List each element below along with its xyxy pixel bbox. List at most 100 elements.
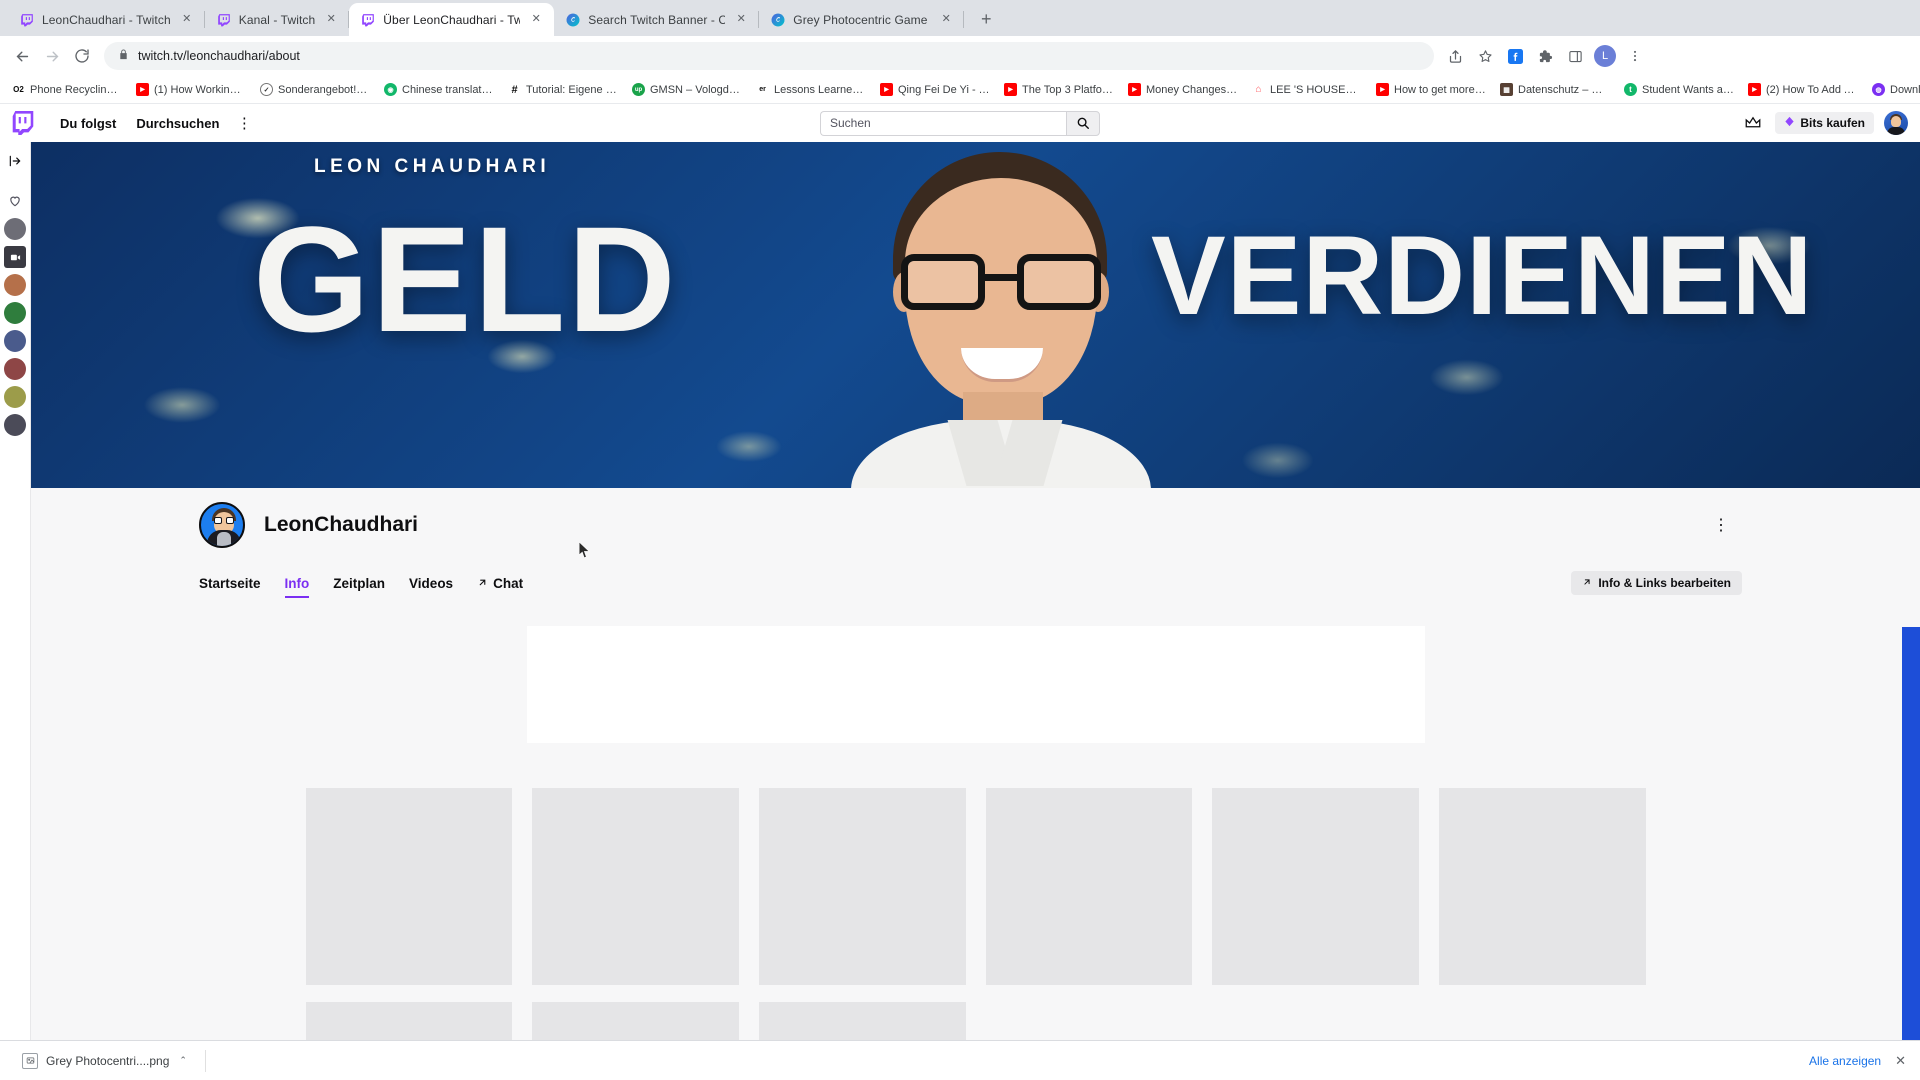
new-tab-button[interactable]: +	[972, 5, 1000, 33]
download-item[interactable]: Grey Photocentri....png ⌃	[14, 1049, 195, 1073]
sidebar-item-channel-avatar[interactable]	[4, 330, 26, 352]
expand-sidebar-icon[interactable]	[4, 150, 26, 172]
buy-bits-button[interactable]: Bits kaufen	[1775, 112, 1874, 134]
sidebar-item-channel-avatar[interactable]	[4, 386, 26, 408]
bookmark-item[interactable]: ◍ Download - Cooki...	[1866, 80, 1920, 99]
bookmark-item[interactable]: ▶ (2) How To Add A...	[1742, 80, 1864, 99]
nav-browse[interactable]: Durchsuchen	[126, 116, 229, 131]
image-file-icon	[22, 1052, 38, 1069]
tab-label: Chat	[493, 575, 524, 591]
channel-banner: LEON CHAUDHARI GELD VERDIENEN	[31, 142, 1920, 488]
bookmark-item[interactable]: O2 Phone Recycling,...	[6, 80, 128, 99]
bookmark-label: (2) How To Add A...	[1766, 83, 1858, 96]
bookmarks-bar: O2 Phone Recycling,... ▶ (1) How Working a…	[0, 76, 1920, 104]
tab-chat[interactable]: Chat	[477, 568, 523, 598]
bookmark-item[interactable]: ▶ The Top 3 Platfor...	[998, 80, 1120, 99]
shelf-divider	[204, 1049, 206, 1072]
back-icon[interactable]	[8, 42, 36, 70]
close-shelf-icon[interactable]: ✕	[1895, 1053, 1906, 1069]
edit-info-links-button[interactable]: Info & Links bearbeiten	[1571, 571, 1742, 595]
search-input[interactable]	[820, 110, 1066, 136]
bookmark-label: (1) How Working a...	[154, 83, 246, 96]
tab-close-icon[interactable]: ✕	[179, 12, 195, 28]
user-avatar[interactable]	[1884, 111, 1908, 135]
chevron-up-icon[interactable]: ⌃	[179, 1055, 187, 1066]
bookmark-item[interactable]: er Lessons Learned f...	[750, 80, 872, 99]
search-icon[interactable]	[1066, 110, 1100, 136]
bookmark-item[interactable]: ▶ How to get more v...	[1370, 80, 1492, 99]
bookmark-item[interactable]: ⌂ LEE 'S HOUSE—...	[1246, 80, 1368, 99]
download-file-name: Grey Photocentri....png	[46, 1053, 170, 1068]
sidebar-item-heart-icon[interactable]	[4, 190, 26, 212]
bookmark-item[interactable]: ▶ Money Changes E...	[1122, 80, 1244, 99]
profile-initial: L	[1594, 45, 1616, 67]
sidebar-item-channel-avatar[interactable]	[4, 274, 26, 296]
skeleton-card	[985, 788, 1193, 985]
skeleton-hero-panel	[526, 626, 1425, 743]
bookmark-item[interactable]: ▶ (1) How Working a...	[130, 80, 252, 99]
browser-tab[interactable]: Search Twitch Banner - Canva ✕	[554, 3, 760, 36]
bookmark-label: Lessons Learned f...	[774, 83, 866, 96]
bookmark-item[interactable]: up GMSN – Vologda,...	[626, 80, 748, 99]
sidebar-item-channel-avatar[interactable]	[4, 302, 26, 324]
forward-icon[interactable]	[38, 42, 66, 70]
sidebar-item-channel-avatar[interactable]	[4, 218, 26, 240]
profile-more-options-icon[interactable]: ⋮	[1709, 513, 1733, 537]
tab-videos[interactable]: Videos	[409, 568, 453, 598]
bookmark-label: Money Changes E...	[1146, 83, 1238, 96]
bookmark-item[interactable]: ✓ Sonderangebot! |...	[254, 80, 376, 99]
tab-close-icon[interactable]: ✕	[528, 12, 544, 28]
sidebar-item-live-video-icon[interactable]	[4, 246, 26, 268]
external-link-icon	[1582, 576, 1592, 590]
chrome-menu-icon[interactable]	[1622, 43, 1648, 69]
prime-crown-icon[interactable]	[1741, 111, 1765, 135]
tab-zeitplan[interactable]: Zeitplan	[333, 568, 385, 598]
bookmark-label: How to get more v...	[1394, 83, 1486, 96]
nav-following[interactable]: Du folgst	[50, 116, 126, 131]
bookmark-star-icon[interactable]	[1472, 43, 1498, 69]
address-bar[interactable]: twitch.tv/leonchaudhari/about	[104, 42, 1434, 70]
tab-close-icon[interactable]: ✕	[733, 12, 749, 28]
tab-close-icon[interactable]: ✕	[938, 12, 954, 28]
browser-tab[interactable]: LeonChaudhari - Twitch ✕	[8, 3, 205, 36]
tab-close-icon[interactable]: ✕	[323, 12, 339, 28]
browser-tab-active[interactable]: Über LeonChaudhari - Twitch ✕	[349, 3, 555, 36]
bookmark-favicon-icon: t	[1624, 83, 1637, 96]
browser-tab[interactable]: Grey Photocentric Game Night ✕	[759, 3, 965, 36]
sidebar-item-channel-avatar[interactable]	[4, 414, 26, 436]
channel-tabs: Startseite Info Zeitplan Videos Chat Inf…	[31, 562, 1920, 604]
address-bar-url: twitch.tv/leonchaudhari/about	[138, 49, 300, 63]
profile-avatar-icon[interactable]: L	[1592, 43, 1618, 69]
page-title: LeonChaudhari	[264, 513, 419, 536]
facebook-extension-icon[interactable]	[1502, 43, 1528, 69]
bookmark-item[interactable]: ▦ Datenschutz – Re...	[1494, 80, 1616, 99]
bookmark-favicon-icon: ◍	[1872, 83, 1885, 96]
mouse-cursor	[579, 542, 590, 558]
tab-title: LeonChaudhari - Twitch	[42, 12, 171, 27]
tab-label: Info	[284, 575, 310, 591]
sidebar-item-channel-avatar[interactable]	[4, 358, 26, 380]
twitch-favicon-icon	[362, 13, 375, 26]
bookmark-favicon-icon: ▶	[1748, 83, 1761, 96]
bookmark-item[interactable]: t Student Wants an...	[1618, 80, 1740, 99]
bookmark-item[interactable]: ▶ Qing Fei De Yi - Y...	[874, 80, 996, 99]
show-all-downloads-link[interactable]: Alle anzeigen	[1809, 1054, 1881, 1068]
banner-streamer-name: LEON CHAUDHARI	[314, 156, 551, 177]
extensions-icon[interactable]	[1532, 43, 1558, 69]
profile-avatar[interactable]	[199, 502, 245, 548]
canva-favicon-icon	[771, 13, 785, 26]
profile-header: LeonChaudhari ⋮	[31, 488, 1920, 562]
tab-startseite[interactable]: Startseite	[199, 568, 261, 598]
bookmark-item[interactable]: # Tutorial: Eigene Fa...	[502, 80, 624, 99]
download-shelf-right: Alle anzeigen ✕	[1809, 1053, 1906, 1069]
share-icon[interactable]	[1442, 43, 1468, 69]
twitch-logo-icon[interactable]	[12, 111, 34, 135]
reload-icon[interactable]	[68, 42, 96, 70]
nav-more-icon[interactable]: ⋮	[233, 112, 255, 134]
twitch-app: Du folgst Durchsuchen ⋮ Bits kaufen	[0, 104, 1920, 1080]
bookmark-item[interactable]: ◉ Chinese translatio...	[378, 80, 500, 99]
tab-info[interactable]: Info	[284, 568, 310, 598]
browser-tab[interactable]: Kanal - Twitch ✕	[205, 3, 350, 36]
bookmark-favicon-icon: ▶	[136, 83, 149, 96]
reading-list-icon[interactable]	[1562, 43, 1588, 69]
